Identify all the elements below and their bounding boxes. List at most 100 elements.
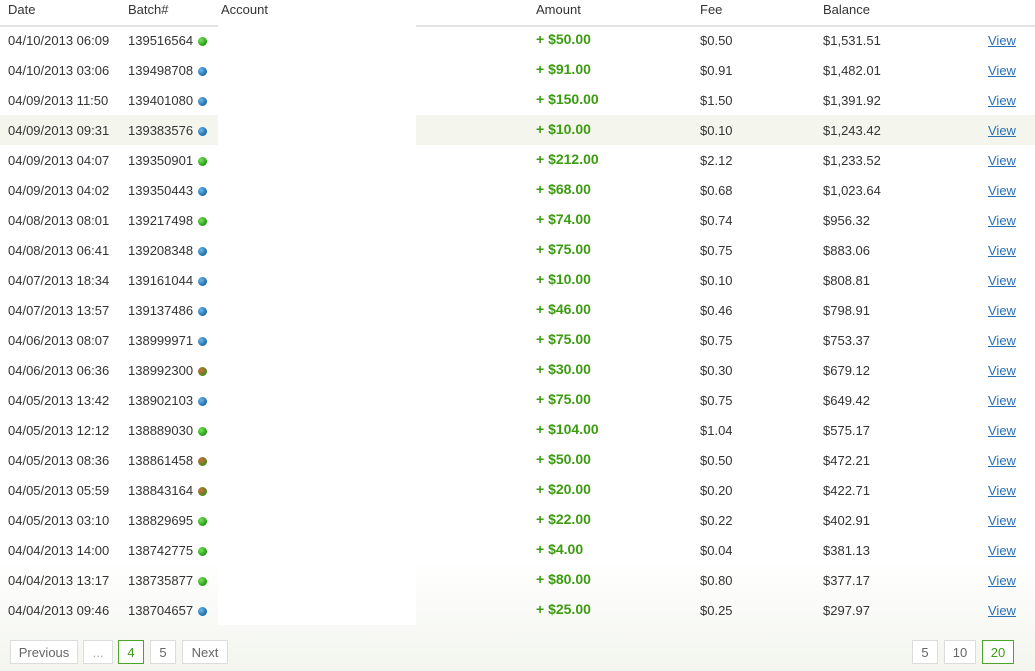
- table-row[interactable]: 04/09/2013 04:02 139350443 + $68.00 $0.68 $1…: [0, 175, 1035, 205]
- cell-balance: $798.91: [823, 303, 870, 318]
- cell-date: 04/05/2013 08:36: [8, 453, 110, 468]
- view-link[interactable]: View: [988, 363, 1016, 378]
- cell-date: 04/10/2013 06:09: [8, 33, 110, 48]
- next-page-button[interactable]: Next: [182, 640, 228, 664]
- cell-batch: 139516564: [128, 33, 208, 48]
- cell-fee: $0.10: [700, 123, 733, 138]
- previous-page-button[interactable]: Previous: [10, 640, 78, 664]
- cell-fee: $0.50: [700, 33, 733, 48]
- table-row[interactable]: 04/07/2013 18:34 139161044 + $10.00 $0.10 $8…: [0, 265, 1035, 295]
- view-link[interactable]: View: [988, 483, 1016, 498]
- table-row[interactable]: 04/10/2013 03:06 139498708 + $91.00 $0.91 $1…: [0, 55, 1035, 85]
- cell-amount: + $30.00: [536, 361, 591, 377]
- cell-batch: 138992300: [128, 363, 208, 378]
- cell-balance: $1,482.01: [823, 63, 881, 78]
- page-size-10-button[interactable]: 10: [944, 640, 976, 664]
- view-link[interactable]: View: [988, 33, 1016, 48]
- view-link[interactable]: View: [988, 573, 1016, 588]
- cell-date: 04/04/2013 09:46: [8, 603, 110, 618]
- table-row[interactable]: 04/05/2013 03:10 138829695 + $22.00 $0.22 $4…: [0, 505, 1035, 535]
- cell-balance: $402.91: [823, 513, 870, 528]
- view-link[interactable]: View: [988, 393, 1016, 408]
- view-link[interactable]: View: [988, 213, 1016, 228]
- view-link[interactable]: View: [988, 333, 1016, 348]
- table-row[interactable]: 04/05/2013 13:42 138902103 + $75.00 $0.75 $6…: [0, 385, 1035, 415]
- table-row[interactable]: 04/04/2013 09:46 138704657 + $25.00 $0.25 $2…: [0, 595, 1035, 625]
- view-link[interactable]: View: [988, 183, 1016, 198]
- view-link[interactable]: View: [988, 543, 1016, 558]
- view-link[interactable]: View: [988, 603, 1016, 618]
- cell-date: 04/04/2013 14:00: [8, 543, 110, 558]
- view-link[interactable]: View: [988, 453, 1016, 468]
- table-row[interactable]: 04/08/2013 08:01 139217498 + $74.00 $0.74 $9…: [0, 205, 1035, 235]
- cell-balance: $1,243.42: [823, 123, 881, 138]
- page-4-button[interactable]: 4: [118, 640, 144, 664]
- column-header-account[interactable]: Account: [221, 2, 268, 17]
- cell-fee: $0.91: [700, 63, 733, 78]
- cell-date: 04/07/2013 13:57: [8, 303, 110, 318]
- cell-amount: + $91.00: [536, 61, 591, 77]
- cell-batch: 138861458: [128, 453, 208, 468]
- batch-number: 138704657: [128, 603, 194, 618]
- table-row[interactable]: 04/06/2013 06:36 138992300 + $30.00 $0.30 $6…: [0, 355, 1035, 385]
- page-size-20-button[interactable]: 20: [982, 640, 1014, 664]
- view-link[interactable]: View: [988, 123, 1016, 138]
- cell-account: [218, 25, 416, 55]
- table-row[interactable]: 04/05/2013 12:12 138889030 + $104.00 $1.04 $…: [0, 415, 1035, 445]
- table-row[interactable]: 04/04/2013 14:00 138742775 + $4.00 $0.04 $38…: [0, 535, 1035, 565]
- cell-batch: 138742775: [128, 543, 208, 558]
- page-size-5-button[interactable]: 5: [912, 640, 938, 664]
- cell-amount: + $75.00: [536, 391, 591, 407]
- column-header-fee[interactable]: Fee: [700, 2, 722, 17]
- table-row[interactable]: 04/06/2013 08:07 138999971 + $75.00 $0.75 $7…: [0, 325, 1035, 355]
- cell-date: 04/05/2013 12:12: [8, 423, 110, 438]
- cell-amount: + $75.00: [536, 331, 591, 347]
- table-row[interactable]: 04/08/2013 06:41 139208348 + $75.00 $0.75 $8…: [0, 235, 1035, 265]
- view-link[interactable]: View: [988, 303, 1016, 318]
- table-row[interactable]: 04/09/2013 11:50 139401080 + $150.00 $1.50 $…: [0, 85, 1035, 115]
- status-dot-icon: [198, 457, 208, 466]
- cell-fee: $0.74: [700, 213, 733, 228]
- column-header-amount[interactable]: Amount: [536, 2, 581, 17]
- view-link[interactable]: View: [988, 243, 1016, 258]
- column-header-date[interactable]: Date: [8, 2, 35, 17]
- cell-batch: 139498708: [128, 63, 208, 78]
- status-dot-icon: [198, 247, 208, 256]
- batch-number: 138992300: [128, 363, 194, 378]
- cell-batch: 139350901: [128, 153, 208, 168]
- status-dot-icon: [198, 607, 208, 616]
- status-dot-icon: [198, 427, 208, 436]
- cell-batch: 138829695: [128, 513, 208, 528]
- table-body: 04/10/2013 06:09 139516564 + $50.00 $0.50 $1…: [0, 25, 1035, 625]
- table-row[interactable]: 04/09/2013 09:31 139383576 + $10.00 $0.10 $1…: [0, 115, 1035, 145]
- view-link[interactable]: View: [988, 273, 1016, 288]
- view-link[interactable]: View: [988, 513, 1016, 528]
- view-link[interactable]: View: [988, 63, 1016, 78]
- cell-batch: 139137486: [128, 303, 208, 318]
- view-link[interactable]: View: [988, 153, 1016, 168]
- column-header-batch[interactable]: Batch#: [128, 2, 168, 17]
- cell-balance: $422.71: [823, 483, 870, 498]
- table-row[interactable]: 04/04/2013 13:17 138735877 + $80.00 $0.80 $3…: [0, 565, 1035, 595]
- column-header-balance[interactable]: Balance: [823, 2, 870, 17]
- page-5-button[interactable]: 5: [150, 640, 176, 664]
- cell-fee: $0.75: [700, 333, 733, 348]
- status-dot-icon: [198, 157, 208, 166]
- cell-balance: $808.81: [823, 273, 870, 288]
- table-row[interactable]: 04/07/2013 13:57 139137486 + $46.00 $0.46 $7…: [0, 295, 1035, 325]
- cell-amount: + $50.00: [536, 31, 591, 47]
- cell-fee: $0.22: [700, 513, 733, 528]
- table-row[interactable]: 04/05/2013 08:36 138861458 + $50.00 $0.50 $4…: [0, 445, 1035, 475]
- cell-date: 04/10/2013 03:06: [8, 63, 110, 78]
- cell-amount: + $50.00: [536, 451, 591, 467]
- cell-amount: + $20.00: [536, 481, 591, 497]
- batch-number: 139208348: [128, 243, 194, 258]
- cell-fee: $0.80: [700, 573, 733, 588]
- table-row[interactable]: 04/05/2013 05:59 138843164 + $20.00 $0.20 $4…: [0, 475, 1035, 505]
- table-row[interactable]: 04/09/2013 04:07 139350901 + $212.00 $2.12 $…: [0, 145, 1035, 175]
- view-link[interactable]: View: [988, 93, 1016, 108]
- cell-batch: 138999971: [128, 333, 208, 348]
- cell-date: 04/05/2013 13:42: [8, 393, 110, 408]
- view-link[interactable]: View: [988, 423, 1016, 438]
- table-row[interactable]: 04/10/2013 06:09 139516564 + $50.00 $0.50 $1…: [0, 25, 1035, 55]
